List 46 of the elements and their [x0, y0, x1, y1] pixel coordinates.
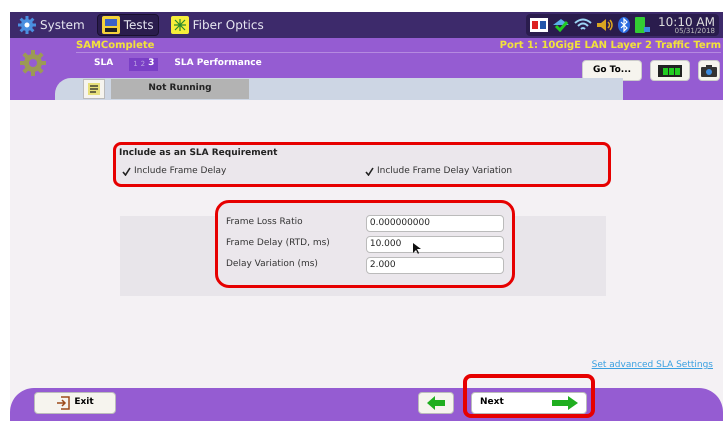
checkbox[interactable]: [365, 166, 374, 176]
step-number: 3: [148, 57, 154, 70]
port-label: Port 1: 10GigE LAN Layer 2 Traffic Term: [500, 39, 721, 53]
left-arrow-icon: [427, 396, 445, 410]
camera-button[interactable]: [698, 60, 720, 81]
next-button[interactable]: Next: [471, 392, 587, 414]
module-icon: [658, 64, 682, 76]
requirement-title: Include as an SLA Requirement: [119, 147, 278, 160]
go-to-button[interactable]: Go To...: [582, 60, 642, 81]
module-button[interactable]: [650, 60, 690, 81]
checkbox[interactable]: [122, 166, 131, 176]
input-field[interactable]: 0.000000000: [366, 214, 504, 232]
wifi-icon: [574, 18, 592, 32]
bluetooth-icon: [618, 17, 630, 33]
speaker-icon: [596, 18, 614, 32]
network-icon: [530, 18, 548, 32]
fiber-burst-icon: [170, 16, 189, 34]
app-tab[interactable]: Fiber Optics: [166, 14, 268, 36]
checkbox-label: Include Frame Delay: [134, 164, 226, 178]
exit-door-icon: [56, 396, 70, 410]
status-text: Not Running: [148, 82, 212, 96]
exit-button[interactable]: Exit: [34, 392, 116, 414]
app-tab[interactable]: Tests: [96, 14, 159, 36]
exit-label: Exit: [74, 396, 94, 410]
gear-icon: [18, 16, 36, 34]
mouse-pointer-icon: [413, 243, 421, 255]
camera-icon: [701, 64, 717, 76]
field-label: Frame Loss Ratio: [226, 216, 304, 230]
next-label: Next: [480, 396, 504, 410]
clock-time: 10:10 AM: [658, 16, 715, 28]
bert-module-icon: [102, 16, 120, 34]
log-button[interactable]: [83, 79, 105, 99]
section-label: SLA: [94, 57, 114, 70]
page-title: SLA Performance: [174, 57, 262, 70]
input-field[interactable]: 10.000: [366, 236, 504, 252]
document-icon: [88, 83, 100, 95]
input-field[interactable]: 2.000: [366, 256, 504, 274]
checkbox-label: Include Frame Delay Variation: [377, 164, 512, 178]
field-label: Delay Variation (ms): [226, 258, 319, 272]
right-arrow-icon: [552, 396, 578, 410]
test-name: SAMComplete: [76, 39, 154, 53]
battery-icon: [634, 16, 650, 34]
app-tab[interactable]: System: [14, 14, 89, 36]
field-label: Frame Delay (RTD, ms): [226, 237, 331, 250]
cloud-check-icon: [552, 18, 570, 32]
back-button[interactable]: [418, 392, 454, 414]
